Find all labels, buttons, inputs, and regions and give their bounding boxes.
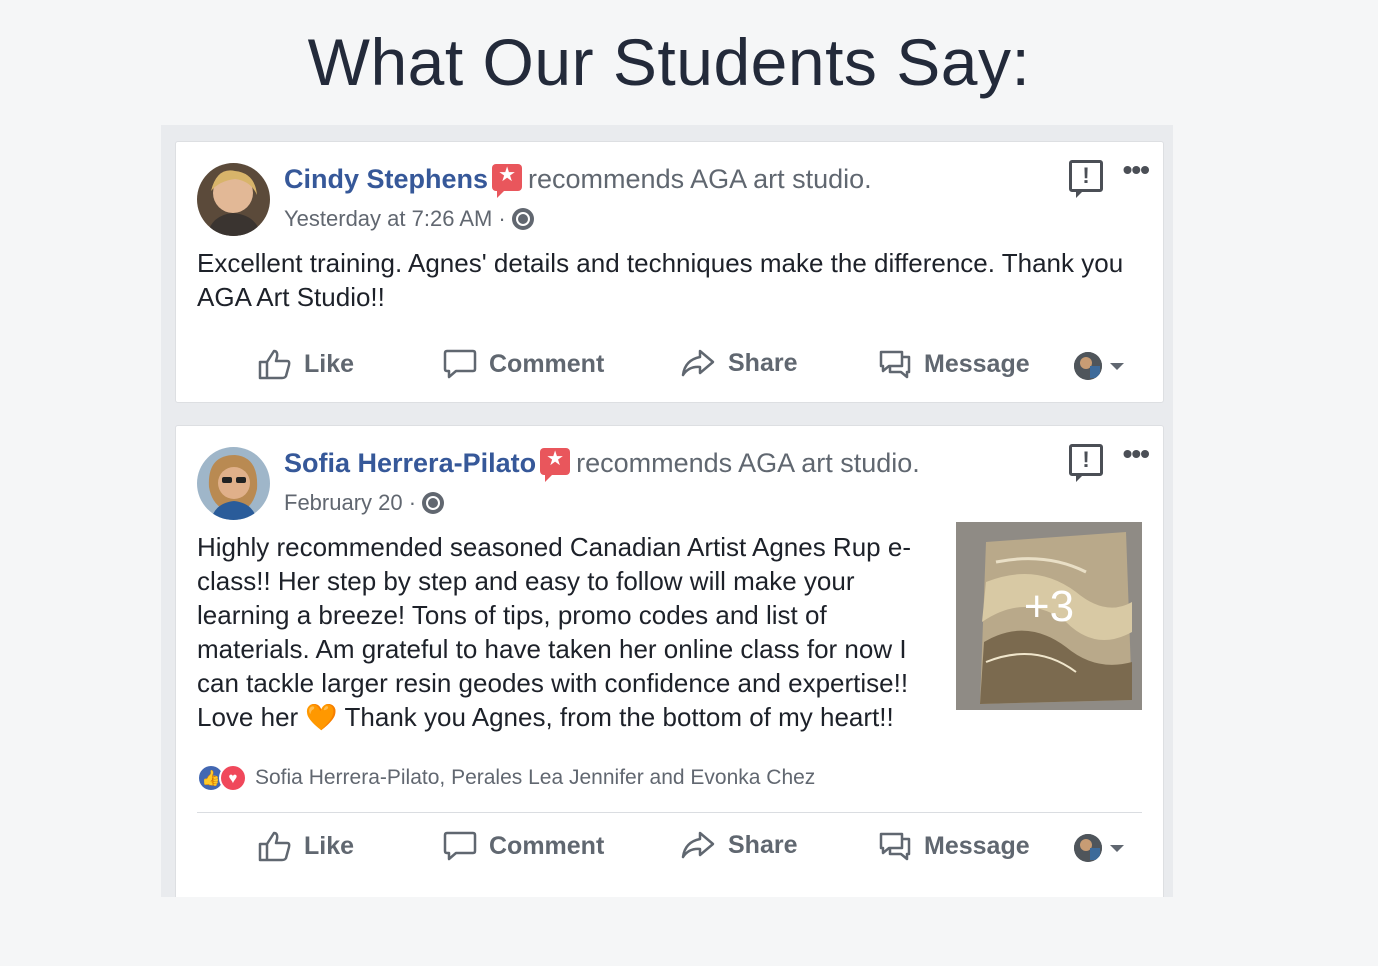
- page-avatar-icon: [1074, 834, 1102, 862]
- thumbs-up-icon: [258, 831, 291, 862]
- timestamp[interactable]: February 20 ·: [284, 490, 416, 515]
- recommendation-icon: ★: [492, 164, 523, 198]
- review-card: Sofia Herrera-Pilato ★ recommends AGA art …: [175, 425, 1164, 897]
- author-link[interactable]: Cindy Stephens: [284, 164, 488, 194]
- timestamp[interactable]: Yesterday at 7:26 AM ·: [284, 206, 506, 231]
- post-meta: February 20 ·: [284, 490, 445, 516]
- comment-icon: [443, 831, 477, 861]
- share-icon: [681, 831, 715, 859]
- post-photo[interactable]: +3: [956, 522, 1142, 710]
- post-header: Cindy Stephens ★ recommends AGA art studio…: [284, 164, 872, 198]
- page-avatar-icon: [1074, 352, 1102, 380]
- message-label: Message: [924, 349, 1030, 378]
- comment-button[interactable]: Comment: [443, 348, 604, 380]
- reactions-summary[interactable]: 👍 ♥ Sofia Herrera-Pilato, Perales Lea Je…: [197, 764, 815, 792]
- reviews-frame: Cindy Stephens ★ recommends AGA art studio…: [161, 125, 1173, 897]
- avatar[interactable]: [197, 447, 270, 520]
- more-options-icon[interactable]: •••: [1123, 438, 1150, 470]
- message-icon: [879, 832, 911, 861]
- message-button[interactable]: Message: [878, 348, 1030, 380]
- love-reaction-icon: ♥: [219, 764, 247, 792]
- post-header: Sofia Herrera-Pilato ★ recommends AGA art …: [284, 448, 920, 482]
- share-icon: [681, 349, 715, 377]
- message-label: Message: [924, 831, 1030, 860]
- post-text: Highly recommended seasoned Canadian Art…: [197, 532, 911, 732]
- avatar[interactable]: [197, 163, 270, 236]
- chevron-down-icon: [1110, 844, 1124, 852]
- recommends-text[interactable]: recommends AGA art studio.: [576, 448, 920, 478]
- message-icon: [879, 350, 911, 379]
- comment-label: Comment: [489, 349, 605, 378]
- post-as-selector[interactable]: [1074, 834, 1124, 862]
- more-options-icon[interactable]: •••: [1123, 154, 1150, 186]
- like-button[interactable]: Like: [258, 830, 354, 862]
- globe-icon: [422, 492, 445, 514]
- comment-icon: [443, 349, 477, 379]
- share-label: Share: [728, 348, 798, 377]
- post-as-selector[interactable]: [1074, 352, 1124, 380]
- divider: [197, 812, 1142, 813]
- author-link[interactable]: Sofia Herrera-Pilato: [284, 448, 536, 478]
- report-icon[interactable]: !: [1069, 160, 1103, 198]
- post-text: Excellent training. Agnes' details and t…: [197, 248, 1124, 312]
- comment-button[interactable]: Comment: [443, 830, 604, 862]
- share-button[interactable]: Share: [680, 348, 797, 378]
- action-bar: Like Comment Share Message: [176, 338, 1165, 398]
- report-icon[interactable]: !: [1069, 444, 1103, 482]
- like-label: Like: [304, 831, 355, 860]
- thumbs-up-icon: [258, 349, 291, 380]
- message-button[interactable]: Message: [878, 830, 1030, 862]
- share-label: Share: [728, 830, 798, 859]
- post-meta: Yesterday at 7:26 AM ·: [284, 206, 534, 232]
- comment-label: Comment: [489, 831, 605, 860]
- reactions-text: Sofia Herrera-Pilato, Perales Lea Jennif…: [255, 766, 816, 789]
- page-title: What Our Students Say:: [307, 25, 1031, 99]
- review-card: Cindy Stephens ★ recommends AGA art studio…: [175, 141, 1164, 403]
- like-label: Like: [304, 349, 355, 378]
- more-photos-count: +3: [1023, 582, 1075, 631]
- action-bar: Like Comment Share Message: [176, 820, 1165, 880]
- like-button[interactable]: Like: [258, 348, 354, 380]
- chevron-down-icon: [1110, 362, 1124, 370]
- globe-icon: [511, 208, 534, 230]
- recommendation-icon: ★: [540, 448, 571, 482]
- recommends-text[interactable]: recommends AGA art studio.: [528, 164, 872, 194]
- share-button[interactable]: Share: [680, 830, 797, 860]
